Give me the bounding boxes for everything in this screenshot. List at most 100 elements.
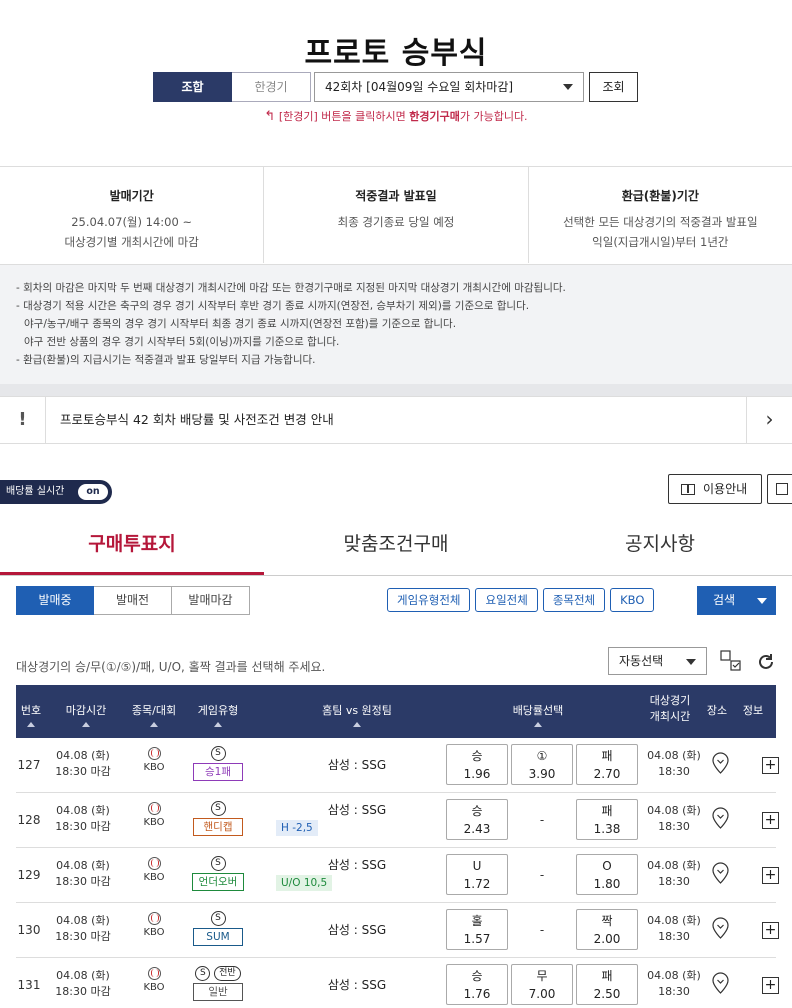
chevron-right-icon[interactable]: › bbox=[746, 397, 792, 443]
notice-bar[interactable]: ! 프로토승부식 42 회차 배당률 및 사전조건 변경 안내 › bbox=[0, 396, 792, 444]
book-icon bbox=[681, 484, 695, 495]
sport-league: KBO bbox=[136, 857, 172, 883]
game-start-time: 04.08 (화) 18:30 bbox=[647, 859, 701, 888]
round-select-value: 42회차 [04월09일 수요일 회차마감] bbox=[325, 80, 514, 94]
sort-icon bbox=[150, 722, 158, 727]
sale-info: 발매기간 25.04.07(월) 14:00 ~ 대상경기별 개최시간에 마감 … bbox=[0, 167, 792, 263]
checklist-icon[interactable] bbox=[720, 650, 742, 672]
realtime-odds-toggle[interactable]: 배당률 실시간 on bbox=[0, 480, 112, 504]
teams-cell: 삼성 : SSG bbox=[252, 958, 462, 1008]
team-matchup: 삼성 : SSG bbox=[327, 803, 387, 817]
col-odds[interactable]: 배당률선택 bbox=[486, 703, 590, 727]
map-pin-icon[interactable] bbox=[712, 917, 729, 939]
odds-button-away[interactable]: 패 2.50 bbox=[576, 964, 638, 1005]
tab-purchase-slip[interactable]: 구매투표지 bbox=[0, 512, 264, 575]
notice-text[interactable]: 프로토승부식 42 회차 배당률 및 사전조건 변경 안내 bbox=[60, 397, 334, 443]
lookup-button[interactable]: 조회 bbox=[589, 72, 638, 102]
col-start-time[interactable]: 대상경기 개최시간 bbox=[640, 693, 700, 725]
game-number: 129 bbox=[17, 868, 41, 882]
note-line: 야구 전반 상품의 경우 경기 시작부터 5회(이닝)까지를 기준으로 합니다. bbox=[24, 336, 340, 348]
game-type: S 핸디캡 bbox=[188, 799, 248, 836]
deadline-time: 04.08 (화) 18:30 마감 bbox=[55, 914, 111, 943]
info-line: 대상경기별 개최시간에 마감 bbox=[64, 235, 199, 249]
plus-icon[interactable]: + bbox=[762, 977, 779, 994]
filter-day[interactable]: 요일전체 bbox=[475, 588, 538, 612]
game-type: S SUM bbox=[188, 909, 248, 946]
realtime-label: 배당률 실시간 bbox=[6, 486, 65, 497]
toggle-state[interactable]: on bbox=[78, 484, 108, 500]
baseball-icon bbox=[147, 802, 161, 815]
teams-cell: 삼성 : SSG U/O 10,5 bbox=[252, 856, 462, 891]
odds-button-away[interactable]: 패 2.70 bbox=[576, 744, 638, 785]
status-on-sale[interactable]: 발매중 bbox=[16, 586, 94, 615]
search-dropdown-button[interactable]: 검색 bbox=[697, 586, 776, 615]
map-pin-icon[interactable] bbox=[712, 752, 729, 774]
sort-icon bbox=[27, 722, 35, 727]
game-number: 130 bbox=[17, 923, 41, 937]
game-type: S 언더오버 bbox=[188, 854, 248, 891]
odds-button-home[interactable]: 승 1.96 bbox=[446, 744, 508, 785]
baseball-icon bbox=[147, 967, 161, 980]
refresh-icon[interactable] bbox=[756, 652, 776, 672]
odds-button-home[interactable]: U 1.72 bbox=[446, 854, 508, 895]
tab-combination[interactable]: 조합 bbox=[153, 72, 232, 102]
odds-button-away[interactable]: 패 1.38 bbox=[576, 799, 638, 840]
col-deadline[interactable]: 마감시간 bbox=[56, 703, 116, 727]
odds-button-home[interactable]: 홀 1.57 bbox=[446, 909, 508, 950]
teams-cell: 삼성 : SSG bbox=[252, 903, 462, 958]
status-closed[interactable]: 발매마감 bbox=[172, 586, 250, 615]
table-row: 127 04.08 (화) 18:30 마감 KBO S 승1패 삼성 : SSG 승 1.96… bbox=[16, 738, 779, 793]
chevron-down-icon bbox=[563, 84, 573, 90]
filter-league[interactable]: KBO bbox=[610, 588, 655, 612]
filter-game-type[interactable]: 게임유형전체 bbox=[387, 588, 471, 612]
col-teams[interactable]: 홈팀 vs 원정팀 bbox=[282, 703, 432, 727]
status-before-sale[interactable]: 발매전 bbox=[94, 586, 172, 615]
handicap-badge: H -2,5 bbox=[276, 820, 318, 836]
teams-cell: 삼성 : SSG bbox=[252, 738, 462, 793]
round-select[interactable]: 42회차 [04월09일 수요일 회차마감] bbox=[314, 72, 584, 102]
map-pin-icon[interactable] bbox=[712, 862, 729, 884]
sort-icon bbox=[534, 722, 542, 727]
odds-button-home[interactable]: 승 1.76 bbox=[446, 964, 508, 1005]
odds-button-home[interactable]: 승 2.43 bbox=[446, 799, 508, 840]
first-half-badge: 전반 bbox=[214, 966, 241, 981]
odds-button-draw[interactable]: 무 7.00 bbox=[511, 964, 573, 1005]
odds-button-away[interactable]: O 1.80 bbox=[576, 854, 638, 895]
col-gametype[interactable]: 게임유형 bbox=[188, 703, 248, 727]
main-tabs: 구매투표지 맞춤조건구매 공지사항 bbox=[0, 512, 792, 576]
col-sport[interactable]: 종목/대회 bbox=[124, 703, 184, 727]
tab-notices[interactable]: 공지사항 bbox=[528, 512, 792, 575]
game-number: 127 bbox=[17, 758, 41, 772]
odds-unavailable: - bbox=[539, 923, 545, 937]
odds-button-draw[interactable]: ① 3.90 bbox=[511, 744, 573, 785]
auto-select-dropdown[interactable]: 자동선택 bbox=[608, 647, 707, 675]
plus-icon[interactable]: + bbox=[762, 757, 779, 774]
info-result-date: 적중결과 발표일 최종 경기종료 당일 예정 bbox=[264, 167, 529, 263]
baseball-icon bbox=[147, 912, 161, 925]
odds-unavailable: - bbox=[539, 868, 545, 882]
game-number: 131 bbox=[17, 978, 41, 992]
plus-icon[interactable]: + bbox=[762, 867, 779, 884]
special-badge: S bbox=[210, 746, 226, 761]
map-pin-icon[interactable] bbox=[712, 972, 729, 994]
plus-icon[interactable]: + bbox=[762, 922, 779, 939]
print-button[interactable] bbox=[767, 474, 792, 504]
map-pin-icon[interactable] bbox=[712, 807, 729, 829]
odds-button-away[interactable]: 짝 2.00 bbox=[576, 909, 638, 950]
col-no[interactable]: 번호 bbox=[16, 703, 46, 727]
deadline-time: 04.08 (화) 18:30 마감 bbox=[55, 859, 111, 888]
single-game-hint: ↰ [한경기] 버튼을 클릭하시면 한경기구매가 가능합니다. bbox=[0, 108, 792, 124]
info-heading: 환급(환불)기간 bbox=[621, 189, 699, 203]
tab-custom-purchase[interactable]: 맞춤조건구매 bbox=[264, 512, 528, 575]
tab-single-game[interactable]: 한경기 bbox=[232, 72, 311, 102]
sport-league: KBO bbox=[136, 967, 172, 993]
usage-guide-button[interactable]: 이용안내 bbox=[668, 474, 762, 504]
sport-league: KBO bbox=[136, 802, 172, 828]
info-line: 익일(지급개시일)부터 1년간 bbox=[592, 235, 729, 249]
plus-icon[interactable]: + bbox=[762, 812, 779, 829]
filter-sport[interactable]: 종목전체 bbox=[542, 588, 606, 612]
game-type-badge: 언더오버 bbox=[191, 873, 245, 891]
page-title: 프로토 승부식 bbox=[304, 36, 488, 71]
game-type-badge: 핸디캡 bbox=[193, 818, 243, 836]
note-line: 야구/농구/배구 종목의 경우 경기 시작부터 최종 경기 종료 시까지(연장전… bbox=[24, 318, 457, 330]
